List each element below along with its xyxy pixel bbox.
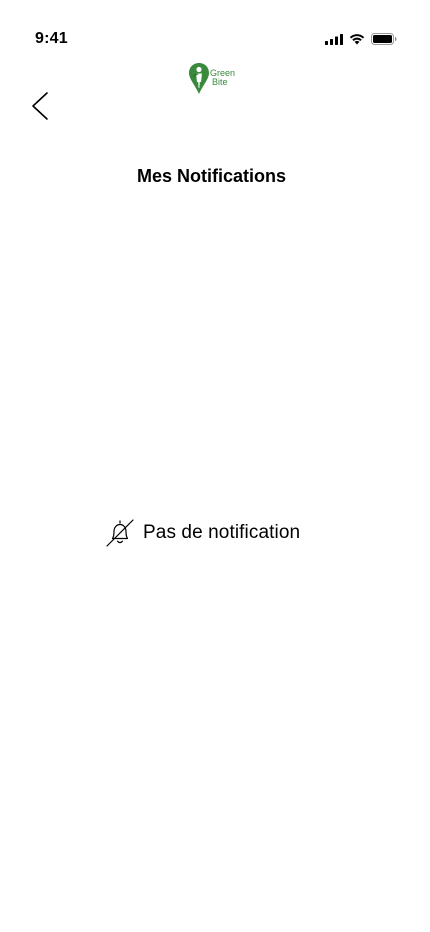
wifi-icon <box>349 33 365 45</box>
status-icons <box>325 32 397 46</box>
status-bar: 9:41 <box>0 0 430 60</box>
cellular-signal-icon <box>325 33 343 45</box>
logo-text-bite: Bite <box>212 77 228 87</box>
green-bite-logo: Green Bite <box>188 62 242 96</box>
battery-icon <box>371 33 397 45</box>
page-title: Mes Notifications <box>136 166 287 186</box>
status-time: 9:41 <box>35 30 68 47</box>
back-button[interactable] <box>26 90 54 126</box>
empty-state-text: Pas de notification <box>143 522 301 543</box>
empty-state: Pas de notification <box>105 516 300 550</box>
chevron-left-icon <box>29 91 51 126</box>
bell-off-icon <box>105 518 135 548</box>
